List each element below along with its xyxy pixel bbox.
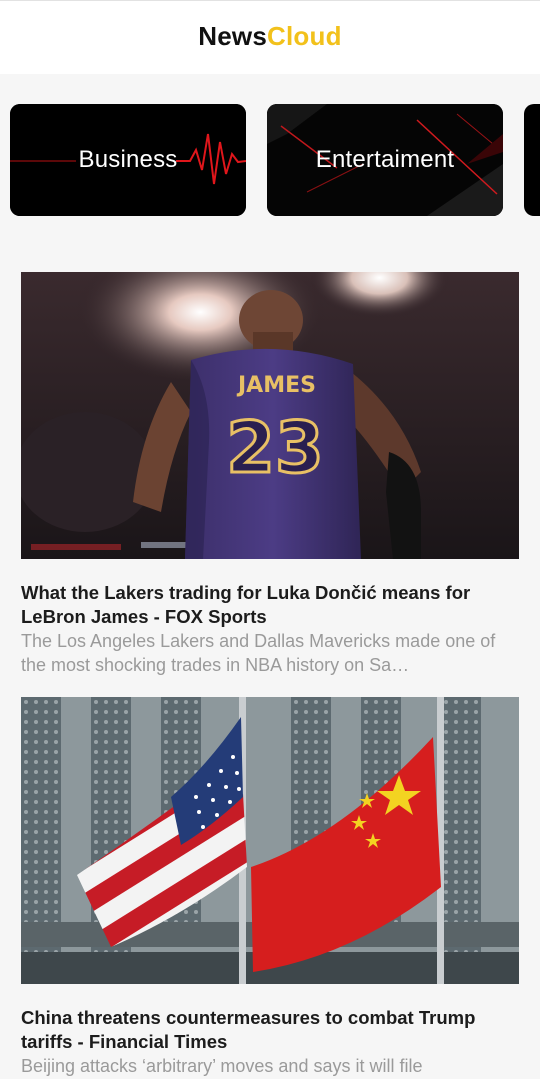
- jersey-number: 23: [226, 407, 323, 489]
- category-card-next[interactable]: [524, 104, 540, 216]
- news-article[interactable]: JAMES 23 What the Lakers trading for Luk…: [21, 272, 519, 677]
- brand-news: News: [198, 21, 268, 51]
- app-header: NewsCloud: [0, 0, 540, 74]
- article-description: The Los Angeles Lakers and Dallas Maveri…: [21, 631, 496, 675]
- article-title[interactable]: What the Lakers trading for Luka Dončić …: [21, 581, 519, 629]
- category-label: Entertaiment: [315, 146, 455, 173]
- category-card-business[interactable]: Business: [10, 104, 246, 216]
- brand-logo: NewsCloud: [198, 21, 341, 52]
- flags-photo: [21, 697, 519, 984]
- article-image: JAMES 23: [21, 272, 519, 559]
- basketball-photo: JAMES 23: [21, 272, 519, 559]
- article-image: [21, 697, 519, 984]
- jersey-name: JAMES: [236, 373, 316, 398]
- article-title[interactable]: China threatens countermeasures to comba…: [21, 1006, 519, 1054]
- category-carousel[interactable]: Business Entertaiment: [0, 104, 540, 218]
- category-label: Business: [78, 146, 178, 173]
- category-card-entertainment[interactable]: Entertaiment: [267, 104, 503, 216]
- news-article[interactable]: China threatens countermeasures to comba…: [21, 697, 519, 1078]
- news-app: NewsCloud Business Entertaiment JAMES 23…: [0, 0, 540, 1079]
- brand-cloud: Cloud: [267, 21, 342, 51]
- article-description: Beijing attacks ‘arbitrary’ moves and sa…: [21, 1056, 423, 1076]
